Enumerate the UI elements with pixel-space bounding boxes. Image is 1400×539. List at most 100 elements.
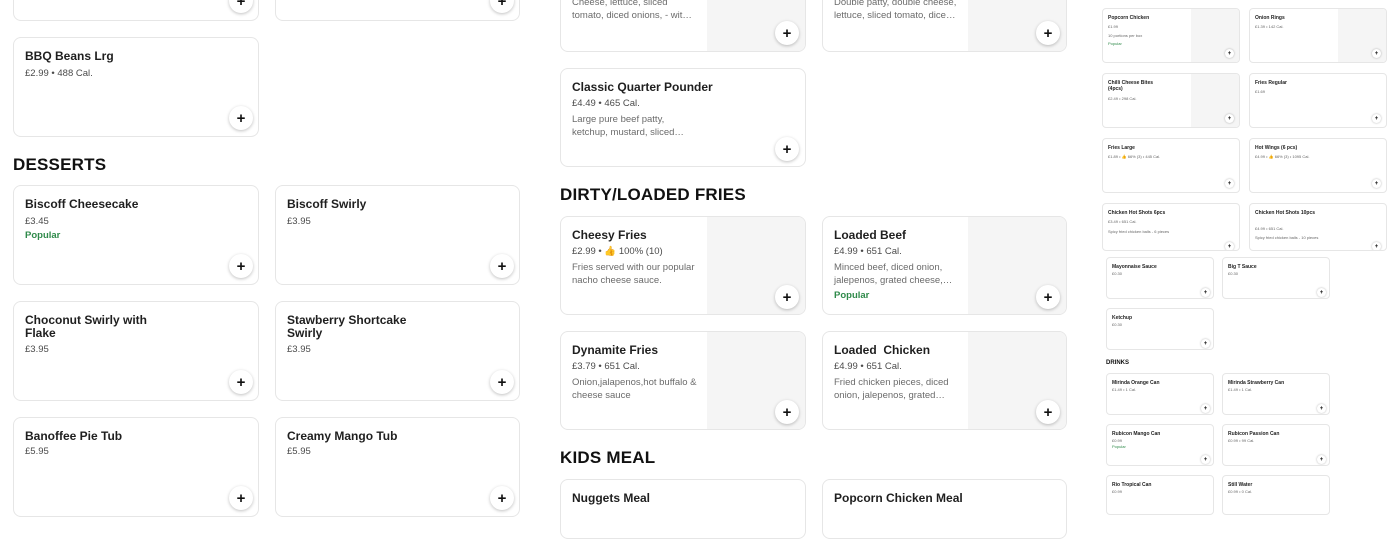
preview-item-card[interactable]: Fries Large £1.89 • 👍 66% (3) • 445 Cal.… [1102,138,1240,193]
add-item-button[interactable]: + [229,254,253,278]
preview-item-card[interactable]: Fries Regular £1.69 + [1249,73,1387,128]
item-name: Creamy Mango Tub [287,429,398,443]
preview-item-card[interactable]: Rio Tropical Can £0.99 [1106,475,1214,515]
menu-item-card[interactable]: Cheesy Fries £2.99 • 👍 100% (10) Fries s… [560,216,806,315]
item-name: Dynamite Fries [572,343,659,357]
item-description: 10 portions per box [1108,33,1143,38]
item-name: Rubicon Passion Can [1228,431,1280,437]
item-price: £1.49 • 1 Cal. [1112,387,1137,392]
menu-item-card[interactable]: Dynamite Fries £3.79 • 651 Cal. Onion,ja… [560,331,806,430]
add-item-button[interactable]: + [775,137,799,161]
menu-item-card[interactable]: Stawberry Shortcake Swirly £3.95 + [275,301,520,401]
item-name: Classic Quarter Pounder [572,80,713,94]
item-name: Ketchup [1112,315,1132,321]
item-name: Loaded Chicken [834,343,931,357]
preview-item-card[interactable]: Onion Rings £1.39 • 142 Cal. + [1249,8,1387,63]
add-item-button[interactable]: + [229,0,253,13]
menu-item-card[interactable]: Choconut Swirly with Flake £3.95 + [13,301,259,401]
item-price: £0.30 [1112,322,1123,327]
add-item-button[interactable]: + [1225,179,1234,188]
preview-item-card[interactable]: Still Water £0.99 • 0 Cal. [1222,475,1330,515]
item-name: Big T Sauce [1228,264,1257,270]
preview-item-card[interactable]: Rubicon Passion Can £0.99 • 99 Cal. + [1222,424,1330,466]
preview-item-card[interactable]: Hot Wings (6 pcs) £4.99 • 👍 66% (3) • 10… [1249,138,1387,193]
item-price: £3.49 • 651 Cal. [1108,219,1137,224]
item-name: Mayonnaise Sauce [1112,264,1157,270]
item-price: £0.99 [1112,489,1123,494]
item-name: Fries Large [1108,145,1135,151]
item-description: Fries served with our popular nacho chee… [572,262,695,286]
item-price: £1.49 • 1 Cal. [1228,387,1253,392]
item-name: Biscoff Cheesecake [25,197,139,211]
add-item-button[interactable]: + [1225,114,1234,123]
item-price: £1.89 • 👍 66% (3) • 445 Cal. [1108,154,1161,159]
item-price: £2.99 • 488 Cal. [25,68,93,79]
add-item-button[interactable]: + [775,285,799,309]
menu-item-card[interactable]: Nuggets Meal [560,479,806,539]
add-item-button[interactable]: + [1201,455,1210,464]
menu-item-card[interactable]: Creamy Mango Tub £5.95 + [275,417,520,517]
item-price: £4.99 • 651 Cal. [1255,226,1284,231]
add-item-button[interactable]: + [1225,49,1234,58]
add-item-button[interactable]: + [229,486,253,510]
menu-item-card-partial[interactable]: + [13,0,259,21]
add-item-button[interactable]: + [1372,114,1381,123]
add-item-button[interactable]: + [1201,339,1210,348]
preview-item-card[interactable]: Chicken Hot Shots 10pcs £4.99 • 651 Cal.… [1249,203,1387,251]
menu-item-card[interactable]: Loaded Beef £4.99 • 651 Cal. Minced beef… [822,216,1067,315]
preview-item-card[interactable]: Chicken Hot Shots 6pcs £3.49 • 651 Cal. … [1102,203,1240,251]
add-item-button[interactable]: + [490,370,514,394]
add-item-button[interactable]: + [775,21,799,45]
menu-item-card[interactable]: Popcorn Chicken Meal [822,479,1067,539]
preview-item-card[interactable]: Chilli Cheese Bites (4pcs) £2.49 • 298 C… [1102,73,1240,128]
item-description: Double patty, double cheese, lettuce, sl… [834,0,957,21]
add-item-button[interactable]: + [1317,404,1326,413]
add-item-button[interactable]: + [1036,400,1060,424]
add-item-button[interactable]: + [1201,288,1210,297]
add-item-button[interactable]: + [775,400,799,424]
preview-item-card[interactable]: Big T Sauce £0.30 + [1222,257,1330,299]
menu-item-card[interactable]: Classic Quarter Pounder £4.49 • 465 Cal.… [560,68,806,167]
add-item-button[interactable]: + [1036,285,1060,309]
item-name: Biscoff Swirly [287,197,367,211]
item-price: £0.99 • 99 Cal. [1228,438,1255,443]
menu-item-card-partial[interactable]: Double patty, double cheese, lettuce, sl… [822,0,1067,52]
item-price: £0.99 • 0 Cal. [1228,489,1253,494]
preview-item-card[interactable]: Mayonnaise Sauce £0.30 + [1106,257,1214,299]
add-item-button[interactable]: + [490,486,514,510]
add-item-button[interactable]: + [229,370,253,394]
menu-item-card[interactable]: Biscoff Cheesecake £3.45 Popular + [13,185,259,285]
preview-item-card[interactable]: Rubicon Mango Can £0.99 Popular + [1106,424,1214,466]
add-item-button[interactable]: + [490,0,514,13]
add-item-button[interactable]: + [1317,455,1326,464]
item-description: Fried chicken pieces, diced onion, jalep… [834,377,949,401]
add-item-button[interactable]: + [1372,49,1381,58]
preview-item-card[interactable]: Mirinda Orange Can £1.49 • 1 Cal. + [1106,373,1214,415]
menu-item-card-partial[interactable]: Cheese, lettuce, sliced tomato, diced on… [560,0,806,52]
item-name: Choconut Swirly with Flake [25,313,147,340]
item-name: Popcorn Chicken Meal [834,491,963,505]
add-item-button[interactable]: + [1372,179,1381,188]
menu-item-card[interactable]: Banoffee Pie Tub £5.95 + [13,417,259,517]
add-item-button[interactable]: + [229,106,253,130]
menu-item-card[interactable]: BBQ Beans Lrg £2.99 • 488 Cal. + [13,37,259,137]
add-item-button[interactable]: + [490,254,514,278]
popular-badge: Popular [1108,41,1122,46]
add-item-button[interactable]: + [1201,404,1210,413]
menu-item-card-partial[interactable]: + [275,0,520,21]
preview-item-card[interactable]: Mirinda Strawberry Can £1.49 • 1 Cal. + [1222,373,1330,415]
add-item-button[interactable]: + [1225,242,1234,250]
menu-item-card[interactable]: Loaded Chicken £4.99 • 651 Cal. Fried ch… [822,331,1067,430]
preview-item-card[interactable]: Ketchup £0.30 + [1106,308,1214,350]
item-price: £5.95 [287,446,311,457]
add-item-button[interactable]: + [1036,21,1060,45]
add-item-button[interactable]: + [1372,242,1381,250]
popular-badge: Popular [25,230,61,241]
add-item-button[interactable]: + [1317,288,1326,297]
item-price: £3.95 [287,216,311,227]
menu-item-card[interactable]: Biscoff Swirly £3.95 + [275,185,520,285]
item-description: Spicy fried chicken balls - 10 pieces [1255,235,1319,240]
preview-item-card[interactable]: Popcorn Chicken £1.99 10 portions per bo… [1102,8,1240,63]
item-price: £4.49 • 465 Cal. [572,98,640,109]
item-name: Still Water [1228,482,1253,488]
